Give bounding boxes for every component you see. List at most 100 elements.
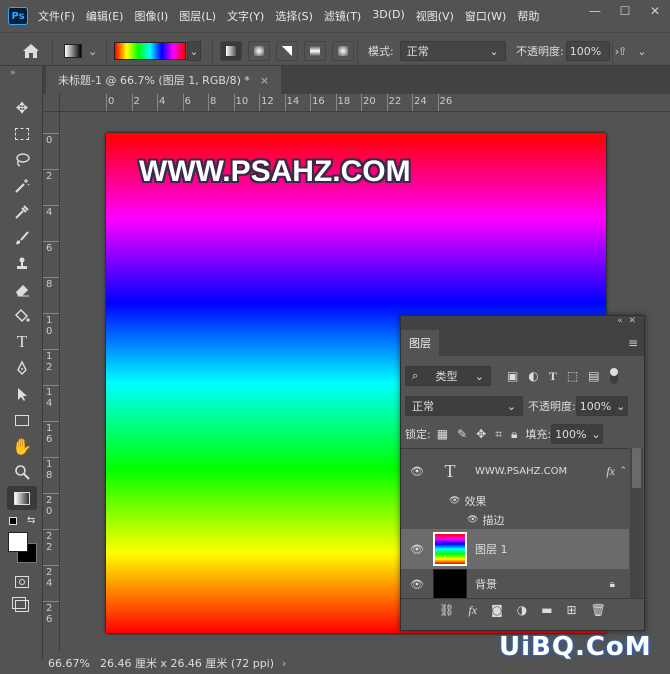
visibility-eye-icon[interactable]: 👁︎	[401, 543, 433, 556]
fx-icon[interactable]: fx	[606, 464, 615, 479]
reflected-gradient-button[interactable]	[304, 41, 326, 61]
pen-tool-icon[interactable]	[7, 356, 37, 380]
gradient-tool-preset[interactable]: ⌄	[64, 41, 97, 61]
visibility-eye-icon[interactable]: 👁︎	[401, 578, 433, 591]
diamond-gradient-button[interactable]	[332, 41, 354, 61]
linear-gradient-button[interactable]	[220, 41, 242, 61]
quick-mask-icon[interactable]	[7, 570, 37, 594]
layers-scrollbar[interactable]	[630, 448, 643, 598]
lock-pixels-icon[interactable]: ✎	[457, 427, 467, 442]
new-group-icon[interactable]: ▬	[541, 603, 552, 617]
pixel-filter-icon[interactable]: ▣	[507, 369, 518, 384]
menu-item[interactable]: 帮助	[517, 8, 539, 24]
minimize-button[interactable]: —	[580, 0, 610, 22]
type-tool-icon[interactable]: T	[7, 330, 37, 354]
status-arrow-icon[interactable]: ›	[282, 657, 286, 670]
adjustment-filter-icon[interactable]: ◐	[528, 369, 538, 384]
ruler-tick	[208, 94, 209, 111]
zoom-tool-icon[interactable]	[7, 460, 37, 484]
chevron-down-icon[interactable]: ⌄	[589, 424, 604, 444]
scroll-thumb[interactable]	[632, 448, 641, 488]
expand-icon[interactable]: »	[10, 68, 16, 78]
close-panel-icon[interactable]: ✕	[628, 316, 636, 326]
link-layers-icon[interactable]: ⛓︎	[439, 603, 454, 617]
menu-item[interactable]: 3D(D)	[372, 8, 405, 24]
delete-layer-icon[interactable]: 🗑︎	[591, 603, 606, 617]
shape-filter-icon[interactable]: ⬚	[567, 369, 578, 384]
gradient-tool-icon[interactable]	[7, 486, 37, 510]
menu-item[interactable]: 文字(Y)	[227, 8, 264, 24]
ruler-tick	[335, 94, 337, 111]
visibility-eye-icon[interactable]: 👁︎	[449, 496, 460, 506]
gradient-preview[interactable]	[114, 42, 186, 60]
swap-colors-icon[interactable]: ⇆	[27, 515, 35, 526]
lock-all-icon[interactable]: 🔒︎	[511, 427, 517, 442]
screen-mode-icon[interactable]	[7, 594, 37, 618]
smart-object-filter-icon[interactable]: ▤	[588, 369, 599, 384]
tab-layers[interactable]: 图层	[401, 330, 439, 356]
lock-position-icon[interactable]: ✥	[476, 427, 486, 442]
default-colors-icon[interactable]	[9, 517, 17, 525]
fill-input[interactable]: 100%	[551, 424, 590, 444]
eraser-tool-icon[interactable]	[7, 278, 37, 302]
angle-gradient-button[interactable]	[276, 41, 298, 61]
blend-mode-select[interactable]: 正常 ⌄	[405, 396, 523, 416]
add-mask-icon[interactable]: ◙	[491, 603, 503, 617]
layer-opacity-input[interactable]: 100%	[575, 396, 614, 416]
filter-kind-select[interactable]: ⌕ 类型 ⌄	[405, 366, 491, 386]
menu-item[interactable]: 文件(F)	[38, 8, 75, 24]
chevron-down-icon[interactable]: ⌄	[187, 41, 201, 61]
maximize-button[interactable]: ☐	[610, 0, 640, 22]
filter-toggle[interactable]	[609, 368, 618, 384]
stamp-tool-icon[interactable]	[7, 252, 37, 276]
rectangle-tool-icon[interactable]	[7, 408, 37, 432]
menu-item[interactable]: 视图(V)	[416, 8, 454, 24]
zoom-level[interactable]: 66.67%	[48, 657, 90, 670]
chevron-down-icon[interactable]: ⌄	[637, 45, 646, 58]
menu-item[interactable]: 图层(L)	[179, 8, 216, 24]
menu-item[interactable]: 窗口(W)	[465, 8, 506, 24]
document-tab[interactable]: 未标题-1 @ 66.7% (图层 1, RGB/8) * ×	[46, 66, 282, 94]
share-icon[interactable]: ⇧	[618, 45, 627, 58]
close-button[interactable]: ✕	[640, 0, 670, 22]
panel-menu-icon[interactable]: ≡	[628, 336, 638, 350]
layer-row-background[interactable]: 👁︎ 背景 🔒︎	[401, 569, 629, 599]
brush-tool-icon[interactable]	[7, 226, 37, 250]
menu-item[interactable]: 选择(S)	[275, 8, 313, 24]
photoshop-window: Ps 文件(F) 编辑(E) 图像(I) 图层(L) 文字(Y) 选择(S) 滤镜(T) 3D…	[0, 0, 670, 674]
radial-gradient-button[interactable]	[248, 41, 270, 61]
magic-wand-tool-icon[interactable]	[7, 174, 37, 198]
lock-artboard-icon[interactable]: ⌗	[495, 427, 502, 442]
opacity-input[interactable]: 100%	[565, 41, 610, 61]
lock-transparent-icon[interactable]: ▦	[437, 427, 448, 442]
move-tool-icon[interactable]: ✥	[7, 96, 37, 120]
type-filter-icon[interactable]: T	[549, 369, 557, 384]
chevron-up-icon[interactable]: ⌃	[619, 466, 627, 476]
eyedropper-tool-icon[interactable]	[7, 200, 37, 224]
effects-row[interactable]: 👁︎ 效果	[401, 491, 629, 511]
paint-bucket-tool-icon[interactable]	[7, 304, 37, 328]
stroke-label: 描边	[482, 514, 505, 527]
layer-row-selected[interactable]: 👁︎ 图层 1	[401, 529, 629, 569]
menu-item[interactable]: 图像(I)	[134, 8, 168, 24]
selection-tool-icon[interactable]	[7, 382, 37, 406]
mode-select[interactable]: 正常 ⌄	[399, 41, 506, 61]
visibility-eye-icon[interactable]: 👁︎	[401, 465, 433, 478]
hand-tool-icon[interactable]: ✋	[7, 434, 37, 458]
lasso-tool-icon[interactable]	[7, 148, 37, 172]
adjustment-layer-icon[interactable]: ◑	[517, 603, 527, 617]
menu-item[interactable]: 编辑(E)	[86, 8, 124, 24]
gradient-picker[interactable]: ⌄	[114, 41, 201, 61]
layer-row-text[interactable]: 👁︎ T WWW.PSAHZ.COM fx ⌃	[401, 451, 629, 491]
chevron-down-icon[interactable]: ⌄	[613, 396, 628, 416]
stroke-effect-row[interactable]: 👁︎ 描边	[401, 511, 629, 529]
close-tab-icon[interactable]: ×	[260, 74, 269, 87]
add-style-icon[interactable]: fx	[468, 603, 477, 618]
home-icon[interactable]	[22, 41, 40, 61]
collapse-icon[interactable]: «	[617, 316, 623, 326]
marquee-tool-icon[interactable]	[7, 122, 37, 146]
visibility-eye-icon[interactable]: 👁︎	[467, 515, 478, 525]
foreground-color-swatch[interactable]	[8, 532, 28, 552]
new-layer-icon[interactable]: ⊞	[567, 603, 577, 617]
menu-item[interactable]: 滤镜(T)	[324, 8, 361, 24]
